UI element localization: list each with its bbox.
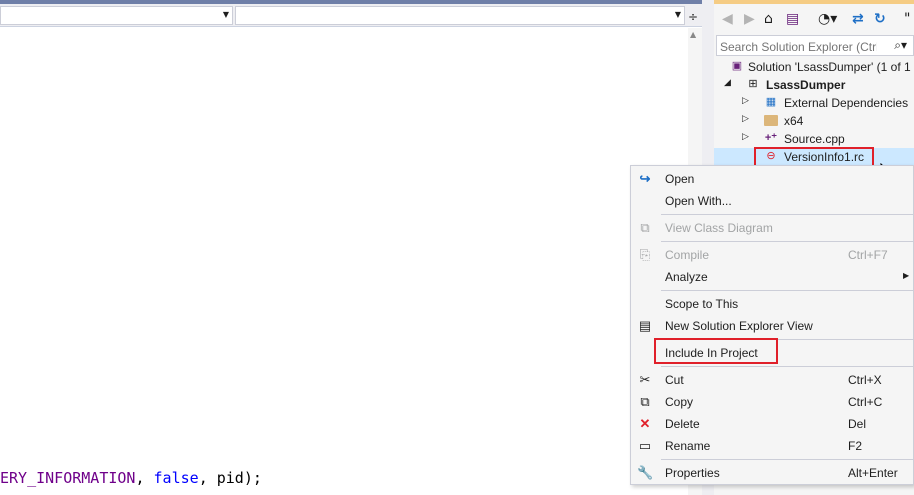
- tree-item-label: LsassDumper: [766, 78, 846, 92]
- menu-item-label: Properties: [665, 466, 720, 480]
- split-editor-icon[interactable]: ÷: [688, 10, 698, 24]
- menu-separator: [661, 366, 913, 367]
- visual-studio-window: ▼ ▼ ÷ ▲ ERY_INFORMATION, false, pid); ◀ …: [0, 0, 914, 495]
- tree-item-project[interactable]: ◢ ⊞ LsassDumper: [714, 76, 914, 94]
- home-icon[interactable]: ⌂: [764, 10, 773, 28]
- chevron-down-icon: ▼: [674, 10, 681, 19]
- menu-separator: [661, 241, 913, 242]
- code-punct: ,: [135, 469, 154, 487]
- cpp-project-icon: ⊞: [748, 78, 758, 90]
- member-dropdown[interactable]: ▼: [235, 6, 685, 25]
- solution-explorer-search[interactable]: ⌕▾: [716, 35, 914, 57]
- code-line: ERY_INFORMATION, false, pid);: [0, 469, 262, 487]
- menu-item-rename[interactable]: ▭ Rename F2: [631, 435, 914, 457]
- open-arrow-icon: ↪: [639, 171, 651, 186]
- tree-item-label: Source.cpp: [784, 132, 845, 146]
- scroll-up-icon[interactable]: ▲: [690, 30, 696, 39]
- cpp-file-icon: +⁺: [764, 132, 778, 144]
- menu-item-label: View Class Diagram: [665, 221, 773, 235]
- menu-item-shortcut: F2: [848, 439, 863, 453]
- code-keyword: false: [153, 469, 199, 487]
- expand-icon[interactable]: ▷: [742, 113, 749, 124]
- menu-item-label: Open: [665, 172, 695, 186]
- menu-item-open-with[interactable]: Open With...: [631, 190, 914, 212]
- scope-dropdown[interactable]: ▼: [0, 6, 233, 25]
- menu-separator: [661, 290, 913, 291]
- menu-item-label: Delete: [665, 417, 700, 431]
- code-constant: ERY_INFORMATION: [0, 469, 136, 487]
- tree-item-x64[interactable]: ▷ x64: [714, 112, 914, 130]
- menu-item-shortcut: Alt+Enter: [848, 466, 898, 480]
- compile-icon: ⎘: [639, 247, 651, 262]
- menu-item-label: Open With...: [665, 194, 732, 208]
- submenu-arrow-icon: ▶: [903, 271, 910, 280]
- menu-item-label: Cut: [665, 373, 684, 387]
- forward-icon[interactable]: ▶: [744, 10, 755, 28]
- refresh-icon[interactable]: ↻: [874, 10, 886, 28]
- expand-icon[interactable]: ▷: [742, 131, 749, 142]
- tree-item-label: External Dependencies: [784, 96, 909, 110]
- menu-item-open[interactable]: ↪ Open: [631, 168, 914, 190]
- collapse-icon[interactable]: ◢: [724, 77, 731, 88]
- menu-item-new-solution-explorer-view[interactable]: ▤ New Solution Explorer View: [631, 315, 914, 337]
- search-input[interactable]: [717, 37, 877, 57]
- menu-item-label: Rename: [665, 439, 711, 453]
- new-view-icon: ▤: [638, 318, 652, 333]
- menu-item-copy[interactable]: ⧉ Copy Ctrl+C: [631, 391, 914, 413]
- menu-separator: [661, 459, 913, 460]
- search-icon[interactable]: ⌕▾: [894, 38, 907, 53]
- navigation-bar: ▼ ▼ ÷: [0, 4, 710, 27]
- more-icon[interactable]: ": [904, 10, 910, 28]
- menu-item-shortcut: Ctrl+C: [848, 395, 883, 409]
- expand-icon[interactable]: ▷: [742, 95, 749, 106]
- menu-item-label: Analyze: [665, 270, 708, 284]
- menu-item-delete[interactable]: ✕ Delete Del: [631, 413, 914, 435]
- tree-item-label: Solution 'LsassDumper' (1 of 1 project): [748, 60, 914, 74]
- tree-item-label: x64: [784, 114, 804, 128]
- menu-item-scope-to-this[interactable]: Scope to This: [631, 293, 914, 315]
- menu-item-shortcut: Ctrl+F7: [848, 248, 888, 262]
- menu-item-properties[interactable]: 🔧 Properties Alt+Enter: [631, 462, 914, 484]
- pending-changes-filter-icon[interactable]: ◔▾: [818, 10, 837, 28]
- code-editor[interactable]: [0, 28, 688, 495]
- menu-item-label: Scope to This: [665, 297, 739, 311]
- menu-item-analyze[interactable]: Analyze ▶: [631, 266, 914, 288]
- solution-icon: ▣: [731, 60, 743, 72]
- tree-item-external-dependencies[interactable]: ▷ ▦ External Dependencies: [714, 94, 914, 112]
- sync-icon[interactable]: ⇄: [852, 10, 864, 28]
- menu-item-label: Compile: [665, 248, 710, 262]
- menu-item-label: New Solution Explorer View: [665, 319, 813, 333]
- menu-item-cut[interactable]: ✂ Cut Ctrl+X: [631, 369, 914, 391]
- back-icon[interactable]: ◀: [722, 10, 733, 28]
- menu-item-shortcut: Ctrl+X: [848, 373, 882, 387]
- folder-icon: [764, 115, 778, 126]
- vs-switch-views-icon[interactable]: ▤: [786, 10, 799, 28]
- chevron-down-icon: ▼: [222, 10, 229, 19]
- solution-explorer-toolbar: ◀ ▶ ⌂ ▤ ◔▾ ⇄ ↻ ": [714, 4, 914, 34]
- tree-item-source-cpp[interactable]: ▷ +⁺ Source.cpp: [714, 130, 914, 148]
- menu-item-shortcut: Del: [848, 417, 867, 431]
- delete-x-icon: ✕: [639, 416, 651, 431]
- highlight-box-include-in-project: [654, 338, 778, 364]
- class-diagram-icon: ⧉: [640, 220, 650, 235]
- wrench-icon: 🔧: [637, 465, 654, 480]
- menu-item-label: Copy: [665, 395, 694, 409]
- context-menu: ↪ Open Open With... ⧉ View Class Diagram…: [630, 165, 914, 485]
- menu-item-compile[interactable]: ⎘ Compile Ctrl+F7: [631, 244, 914, 266]
- rename-icon: ▭: [638, 438, 652, 453]
- scissors-icon: ✂: [639, 372, 651, 387]
- menu-item-view-class-diagram[interactable]: ⧉ View Class Diagram: [631, 217, 914, 239]
- code-rest: , pid);: [198, 469, 262, 487]
- external-dependencies-icon: ▦: [765, 96, 777, 108]
- menu-separator: [661, 214, 913, 215]
- copy-icon: ⧉: [640, 394, 650, 409]
- tree-item-solution[interactable]: ▣ Solution 'LsassDumper' (1 of 1 project…: [714, 58, 914, 76]
